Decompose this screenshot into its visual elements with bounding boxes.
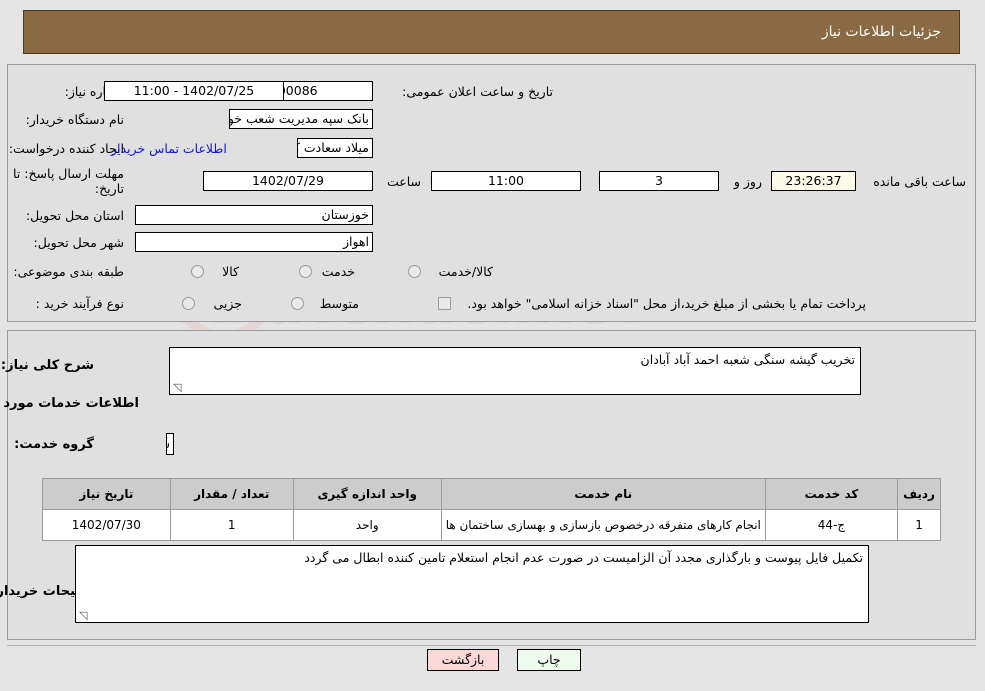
remaining-days-value: 3 (600, 171, 720, 191)
deadline-time-value: 11:00 (432, 171, 582, 191)
td-need-date: 1402/07/30 (43, 509, 172, 541)
deadline-label: مهلت ارسال پاسخ: تا تاریخ: (14, 166, 125, 196)
service-group-label: گروه خدمت: (15, 437, 95, 452)
table-header-row: ردیف کد خدمت نام خدمت واحد اندازه گیری ت… (43, 478, 942, 510)
buyer-contact-link[interactable]: اطلاعات تماس خریدار (112, 141, 228, 156)
print-button[interactable]: چاپ (518, 649, 582, 671)
footer-divider (8, 645, 977, 646)
radio-purchase-medium[interactable] (292, 297, 305, 310)
buyer-org-value: بانک سپه مدیریت شعب خوزستان (230, 109, 374, 129)
deadline-date-value: 1402/07/29 (204, 171, 374, 191)
table-row: 1 ج-44 انجام کارهای متفرقه درخصوص بازساز… (43, 509, 942, 541)
td-row-no: 1 (898, 509, 942, 541)
city-value: اهواز (136, 232, 374, 252)
th-service-code: کد خدمت (765, 478, 900, 510)
th-service-name: نام خدمت (441, 478, 767, 510)
province-label: استان محل تحویل: (26, 208, 125, 223)
hour-label: ساعت (387, 174, 422, 189)
buyer-notes-textarea[interactable]: تکمیل فایل پیوست و بارگذاری مجدد آن الزا… (76, 545, 870, 623)
days-label: روز و (734, 174, 763, 189)
need-desc-label: شرح کلی نیاز: (1, 358, 95, 373)
purchase-type-label: نوع فرآیند خرید : (36, 296, 125, 311)
td-service-code: ج-44 (765, 509, 900, 541)
th-row-no: ردیف (898, 478, 942, 510)
services-table: ردیف کد خدمت نام خدمت واحد اندازه گیری ت… (43, 478, 942, 541)
countdown-timer: 23:26:37 (772, 171, 857, 191)
td-service-name: انجام کارهای متفرقه درخصوص بازسازی و بهس… (441, 509, 767, 541)
checkbox-islamic-treasury-bonds[interactable] (439, 297, 452, 310)
service-group-value: ساختمان (167, 433, 175, 455)
province-value: خوزستان (136, 205, 374, 225)
category-label: طبقه بندی موضوعی: (14, 264, 125, 279)
public-announce-value: 1402/07/25 - 11:00 (105, 81, 285, 101)
radio-category-goods-service[interactable] (409, 265, 422, 278)
page-title: جزئیات اطلاعات نیاز (822, 24, 942, 40)
creator-value: میلاد سعادت کاربرداز بانک سپه مدیریت شعب… (298, 138, 374, 158)
radio-label-purchase-0: جزیی (214, 296, 243, 311)
city-label: شهر محل تحویل: (34, 235, 125, 250)
radio-label-category-0: کالا (223, 264, 240, 279)
td-quantity: 1 (170, 509, 295, 541)
th-unit: واحد اندازه گیری (293, 478, 443, 510)
public-announce-label: تاریخ و ساعت اعلان عمومی: (403, 84, 554, 99)
need-desc-value: تخریب گیشه سنگی شعبه احمد آباد آبادان (641, 352, 856, 367)
back-button[interactable]: بازگشت (428, 649, 500, 671)
buyer-notes-value: تکمیل فایل پیوست و بارگذاری مجدد آن الزا… (305, 550, 864, 565)
th-quantity: تعداد / مقدار (170, 478, 295, 510)
need-desc-textarea[interactable]: تخریب گیشه سنگی شعبه احمد آباد آبادان ◸ (170, 347, 862, 395)
td-unit: واحد (293, 509, 443, 541)
services-info-heading: اطلاعات خدمات مورد نیاز (0, 396, 140, 411)
treasury-checkbox-label: پرداخت تمام یا بخشی از مبلغ خرید،از محل … (468, 296, 867, 311)
radio-label-purchase-1: متوسط (320, 296, 360, 311)
page-header: جزئیات اطلاعات نیاز (24, 10, 961, 54)
need-info-panel (8, 64, 977, 322)
buyer-org-label: نام دستگاه خریدار: (26, 112, 125, 127)
radio-purchase-minor[interactable] (183, 297, 196, 310)
radio-category-goods[interactable] (192, 265, 205, 278)
radio-category-service[interactable] (300, 265, 313, 278)
resize-grip-icon[interactable]: ◸ (174, 381, 184, 394)
creator-label: ایجاد کننده درخواست: (9, 141, 125, 156)
radio-label-category-1: خدمت (322, 264, 356, 279)
countdown-label: ساعت باقی مانده (874, 174, 967, 189)
th-need-date: تاریخ نیاز (43, 478, 172, 510)
radio-label-category-2: کالا/خدمت (439, 264, 494, 279)
resize-grip-icon[interactable]: ◸ (80, 609, 90, 622)
